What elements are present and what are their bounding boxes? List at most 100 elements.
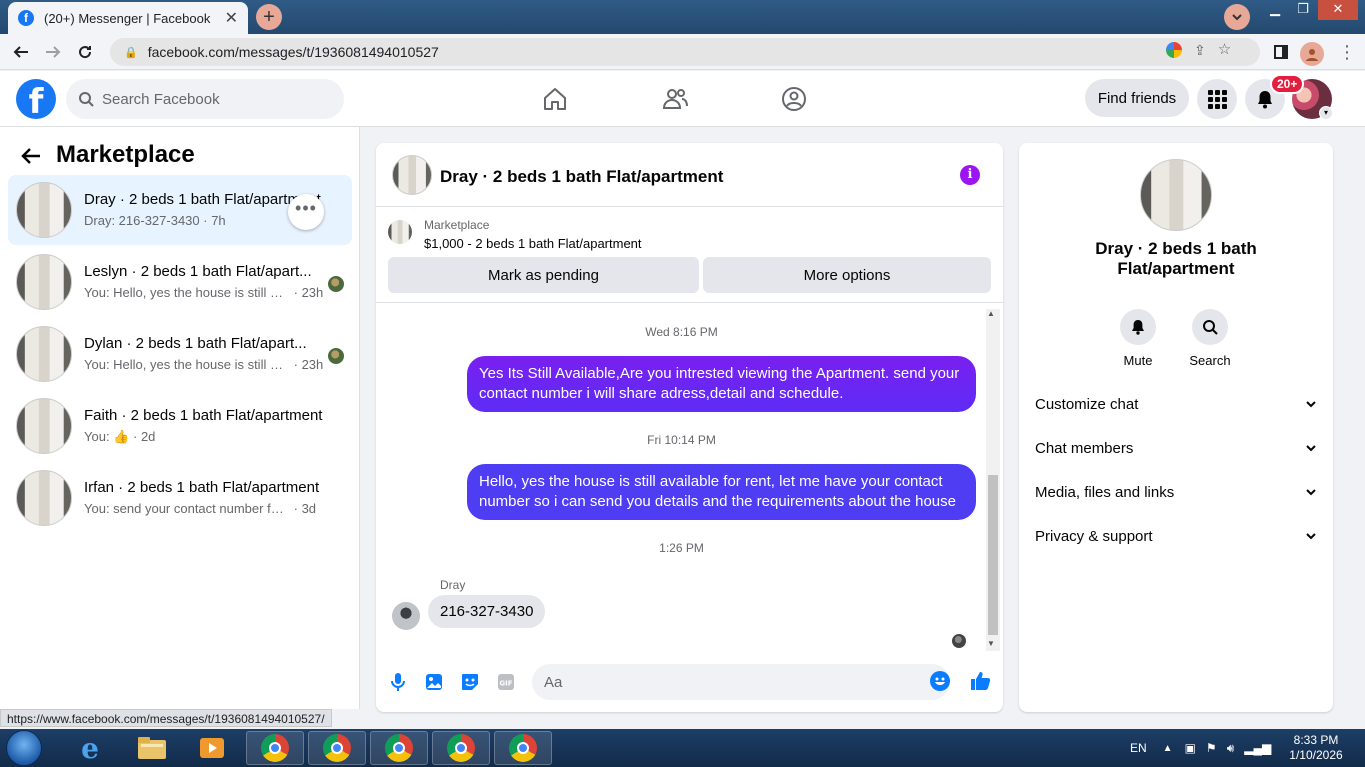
mark-pending-button[interactable]: Mark as pending xyxy=(388,257,699,293)
media-files-links-item[interactable]: Media, files and links xyxy=(1027,473,1325,513)
browser-tab-bar: f (20+) Messenger | Facebook ✕ + ▁ ❐ ✕ xyxy=(0,0,1365,34)
side-panel-icon[interactable] xyxy=(1268,40,1294,64)
chat-members-item[interactable]: Chat members xyxy=(1027,429,1325,469)
conversation-name: Dylan · 2 beds 1 bath Flat/apart... xyxy=(84,335,307,352)
chrome-window-5[interactable] xyxy=(494,731,552,765)
scroll-up-icon[interactable]: ▲ xyxy=(987,309,995,318)
close-tab-icon[interactable]: ✕ xyxy=(225,8,238,28)
bookmark-star-icon[interactable]: ☆ xyxy=(1218,42,1231,59)
new-tab-button[interactable]: + xyxy=(256,4,282,30)
item-label: Privacy & support xyxy=(1035,528,1153,545)
info-icon[interactable]: i xyxy=(960,165,980,185)
browser-tab[interactable]: f (20+) Messenger | Facebook ✕ xyxy=(8,2,248,34)
listing-price[interactable]: $1,000 - 2 beds 1 bath Flat/apartment xyxy=(424,236,642,251)
chrome-window-1[interactable] xyxy=(246,731,304,765)
chrome-window-2[interactable] xyxy=(308,731,366,765)
tab-search-icon[interactable] xyxy=(1224,4,1250,30)
microphone-icon[interactable] xyxy=(387,671,409,693)
conversation-info-panel: Dray · 2 beds 1 bath Flat/apartment Mute… xyxy=(1019,143,1333,712)
file-explorer-icon[interactable] xyxy=(132,731,172,765)
back-arrow-icon[interactable] xyxy=(20,145,44,169)
account-caret-icon[interactable]: ▾ xyxy=(1319,106,1333,120)
mute-button[interactable]: Mute xyxy=(1108,309,1168,368)
facebook-logo-icon[interactable]: f xyxy=(16,79,56,119)
restore-icon[interactable]: ❐ xyxy=(1288,0,1318,20)
gif-icon[interactable]: GIF xyxy=(495,671,517,693)
conversation-preview: You: Hello, yes the house is still av...… xyxy=(84,285,324,300)
url-field[interactable]: 🔒 facebook.com/messages/t/19360814940105… xyxy=(110,38,1260,66)
chrome-profile-icon[interactable] xyxy=(1300,42,1324,66)
show-hidden-icons-icon[interactable]: ▲ xyxy=(1163,743,1173,754)
facebook-search[interactable] xyxy=(66,79,344,119)
chat-title[interactable]: Dray · 2 beds 1 bath Flat/apartment xyxy=(440,167,723,187)
conversation-item[interactable]: Irfan · 2 beds 1 bath Flat/apartment You… xyxy=(8,463,352,533)
minimize-icon[interactable]: ▁ xyxy=(1260,0,1290,20)
start-button[interactable] xyxy=(6,730,42,766)
google-icon[interactable] xyxy=(1166,42,1182,58)
message-input-container[interactable] xyxy=(532,664,950,700)
media-player-icon[interactable] xyxy=(192,731,232,765)
more-options-button[interactable]: More options xyxy=(703,257,991,293)
emoji-icon[interactable] xyxy=(930,671,950,691)
forward-icon[interactable] xyxy=(40,40,66,64)
message-timestamp: Wed 8:16 PM xyxy=(645,325,718,339)
volume-icon[interactable]: 🔊︎ xyxy=(1227,741,1235,756)
clock-date: 1/10/2026 xyxy=(1289,748,1343,762)
search-in-conversation-button[interactable]: Search xyxy=(1180,309,1240,368)
conversation-name: Irfan · 2 beds 1 bath Flat/apartment xyxy=(84,479,320,496)
conversation-item[interactable]: Faith · 2 beds 1 bath Flat/apartment You… xyxy=(8,391,352,461)
find-friends-button[interactable]: Find friends xyxy=(1085,79,1189,117)
customize-chat-item[interactable]: Customize chat xyxy=(1027,385,1325,425)
seen-avatar xyxy=(328,348,344,364)
message-input[interactable] xyxy=(544,672,904,692)
outgoing-message[interactable]: Hello, yes the house is still available … xyxy=(467,464,976,520)
listing-thumbnail xyxy=(16,326,72,382)
language-indicator[interactable]: EN xyxy=(1130,741,1147,755)
scroll-down-icon[interactable]: ▼ xyxy=(987,639,995,648)
search-label: Search xyxy=(1189,353,1231,368)
back-icon[interactable] xyxy=(8,40,34,64)
conversation-more-button[interactable]: ••• xyxy=(288,194,324,230)
chrome-icon xyxy=(385,734,413,762)
search-input[interactable] xyxy=(102,90,322,108)
marketplace-label: Marketplace xyxy=(424,218,490,232)
read-receipt-avatar xyxy=(952,634,966,648)
conversation-item[interactable]: Leslyn · 2 beds 1 bath Flat/apart... You… xyxy=(8,247,352,317)
item-label: Chat members xyxy=(1035,440,1134,457)
groups-icon[interactable] xyxy=(776,81,812,117)
conversation-preview: You: 👍 · 2d xyxy=(84,429,156,444)
sender-avatar[interactable] xyxy=(392,602,420,630)
photo-icon[interactable] xyxy=(423,671,445,693)
item-label: Media, files and links xyxy=(1035,484,1175,501)
privacy-support-item[interactable]: Privacy & support xyxy=(1027,517,1325,557)
listing-avatar[interactable] xyxy=(1140,159,1212,231)
conversation-item[interactable]: Dylan · 2 beds 1 bath Flat/apart... You:… xyxy=(8,319,352,389)
chevron-down-icon xyxy=(1306,533,1316,540)
home-icon[interactable] xyxy=(537,81,573,117)
conversation-preview: You: send your contact number for fu... … xyxy=(84,501,317,516)
thumbs-up-send-icon[interactable] xyxy=(969,670,991,692)
scrollbar-thumb[interactable] xyxy=(988,475,998,635)
friends-icon[interactable] xyxy=(657,81,693,117)
share-icon[interactable]: ⇪ xyxy=(1194,42,1206,59)
system-tray: EN ▲ ▣ ⚑ 🔊︎ ▂▄▆ xyxy=(1130,729,1271,767)
internet-explorer-icon[interactable]: e xyxy=(70,731,110,765)
incoming-message[interactable]: 216-327-3430 xyxy=(428,595,546,628)
system-clock[interactable]: 8:33 PM 1/10/2026 xyxy=(1286,733,1346,763)
windows-taskbar: e EN ▲ ▣ ⚑ 🔊︎ ▂▄▆ 8:33 PM 1/10/2026 xyxy=(0,729,1365,767)
chrome-window-3[interactable] xyxy=(370,731,428,765)
chrome-window-4[interactable] xyxy=(432,731,490,765)
sticker-icon[interactable] xyxy=(459,671,481,693)
menu-grid-icon[interactable] xyxy=(1197,79,1237,119)
window-close-icon[interactable]: ✕ xyxy=(1318,0,1358,20)
network-adapter-icon[interactable]: ▣ xyxy=(1185,741,1196,755)
outgoing-message[interactable]: Yes Its Still Available,Are you intreste… xyxy=(467,356,976,412)
listing-thumbnail xyxy=(16,398,72,454)
reload-icon[interactable] xyxy=(72,40,98,64)
marketplace-listing-bar: Marketplace $1,000 - 2 beds 1 bath Flat/… xyxy=(376,207,1003,303)
chrome-icon xyxy=(261,734,289,762)
chat-avatar[interactable] xyxy=(392,155,432,195)
action-center-flag-icon[interactable]: ⚑ xyxy=(1206,741,1217,755)
signal-icon[interactable]: ▂▄▆ xyxy=(1244,741,1271,755)
chrome-menu-icon[interactable]: ⋮ xyxy=(1334,40,1360,64)
